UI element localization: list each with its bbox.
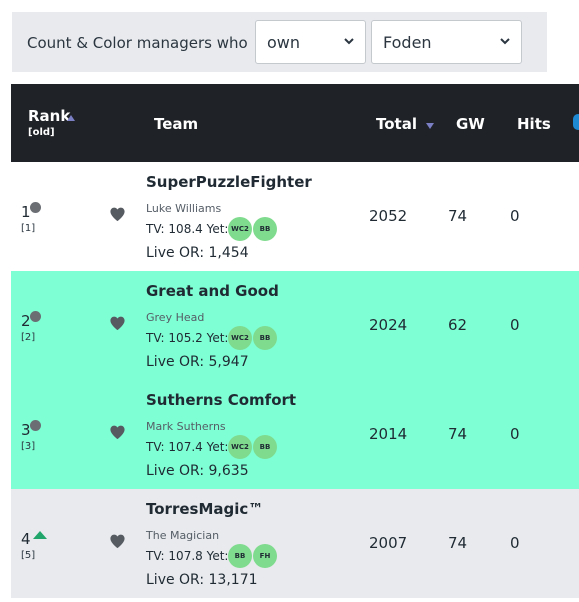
chip-badge: BB xyxy=(253,435,277,459)
gameweek-points: 74 xyxy=(448,534,468,552)
hits-value: 0 xyxy=(510,425,520,443)
chip-badge: WC2 xyxy=(228,435,252,459)
arrow-up-icon xyxy=(33,531,47,539)
dot-icon xyxy=(30,420,41,431)
hits-value: 0 xyxy=(510,534,520,552)
chip-badge: BB xyxy=(228,544,252,568)
total-points: 2014 xyxy=(369,425,408,443)
previous-rank: [3] xyxy=(21,441,36,452)
team-name-link[interactable]: TorresMagic™ xyxy=(146,500,263,518)
team-value-text: TV: 107.4 Yet: xyxy=(146,440,229,454)
hits-value: 0 xyxy=(510,316,520,334)
previous-rank: [5] xyxy=(21,550,36,561)
live-overall-rank: Live OR: 13,171 xyxy=(146,572,258,588)
hits-header[interactable]: Hits xyxy=(517,115,551,133)
team-value-text: TV: 105.2 Yet: xyxy=(146,331,229,345)
heart-icon[interactable] xyxy=(109,424,126,440)
chip-badge: WC2 xyxy=(228,217,252,241)
chip-badge: WC2 xyxy=(228,326,252,350)
table-row[interactable]: 1 [1] SuperPuzzleFighter Luke Williams TV: 1… xyxy=(11,162,579,271)
filter-label: Count & Color managers who xyxy=(27,34,248,52)
heart-icon[interactable] xyxy=(109,533,126,549)
total-points: 2024 xyxy=(369,316,408,334)
team-value-text: TV: 108.4 Yet: xyxy=(146,222,229,236)
gameweek-points: 62 xyxy=(448,316,468,334)
live-overall-rank: Live OR: 5,947 xyxy=(146,354,249,370)
total-header[interactable]: Total xyxy=(376,115,417,133)
table-row[interactable]: 4 [5] TorresMagic™ The Magician TV: 107.8 Ye… xyxy=(11,489,579,598)
team-name-link[interactable]: Great and Good xyxy=(146,282,279,300)
live-overall-rank: Live OR: 9,635 xyxy=(146,463,249,479)
sort-down-icon[interactable] xyxy=(426,123,434,129)
live-overall-rank: Live OR: 1,454 xyxy=(146,245,249,261)
previous-rank: [2] xyxy=(21,332,36,343)
ownership-mode-value: own xyxy=(267,33,301,52)
player-value: Foden xyxy=(383,33,432,52)
chip-badge: FH xyxy=(253,544,277,568)
standings-table: Rank [old] Team Total GW Hits 1 [1] SuperP… xyxy=(11,84,579,600)
heart-icon[interactable] xyxy=(109,315,126,331)
sort-up-icon[interactable] xyxy=(67,115,75,121)
team-value-text: TV: 107.8 Yet: xyxy=(146,549,229,563)
chevron-down-icon xyxy=(344,38,354,45)
ownership-mode-select[interactable]: own xyxy=(255,20,366,64)
rank-old-label: [old] xyxy=(28,127,55,138)
total-points: 2052 xyxy=(369,207,408,225)
previous-rank: [1] xyxy=(21,223,36,234)
table-row[interactable]: 2 [2] Great and Good Grey Head TV: 105.2 Yet… xyxy=(11,271,579,380)
team-name-link[interactable]: Sutherns Comfort xyxy=(146,391,296,409)
team-header[interactable]: Team xyxy=(154,115,198,133)
player-select[interactable]: Foden xyxy=(371,20,522,64)
filter-bar: Count & Color managers who own Foden xyxy=(12,12,547,72)
chevron-down-icon xyxy=(500,38,510,45)
dot-icon xyxy=(30,311,41,322)
chip-badge: BB xyxy=(253,326,277,350)
table-header: Rank [old] Team Total GW Hits xyxy=(11,84,579,162)
rank-header[interactable]: Rank xyxy=(28,107,70,125)
heart-icon[interactable] xyxy=(109,206,126,222)
total-points: 2007 xyxy=(369,534,408,552)
dot-icon xyxy=(30,202,41,213)
column-toggle-icon[interactable] xyxy=(573,114,579,130)
gw-header[interactable]: GW xyxy=(456,115,485,133)
table-row[interactable]: 3 [3] Sutherns Comfort Mark Sutherns TV: 107… xyxy=(11,380,579,489)
hits-value: 0 xyxy=(510,207,520,225)
gameweek-points: 74 xyxy=(448,425,468,443)
manager-name: Mark Sutherns xyxy=(146,420,226,433)
manager-name: The Magician xyxy=(146,529,220,542)
manager-name: Grey Head xyxy=(146,311,205,324)
chip-badge: BB xyxy=(253,217,277,241)
manager-name: Luke Williams xyxy=(146,202,222,215)
gameweek-points: 74 xyxy=(448,207,468,225)
team-name-link[interactable]: SuperPuzzleFighter xyxy=(146,173,312,191)
rank-value: 4 xyxy=(21,530,31,548)
